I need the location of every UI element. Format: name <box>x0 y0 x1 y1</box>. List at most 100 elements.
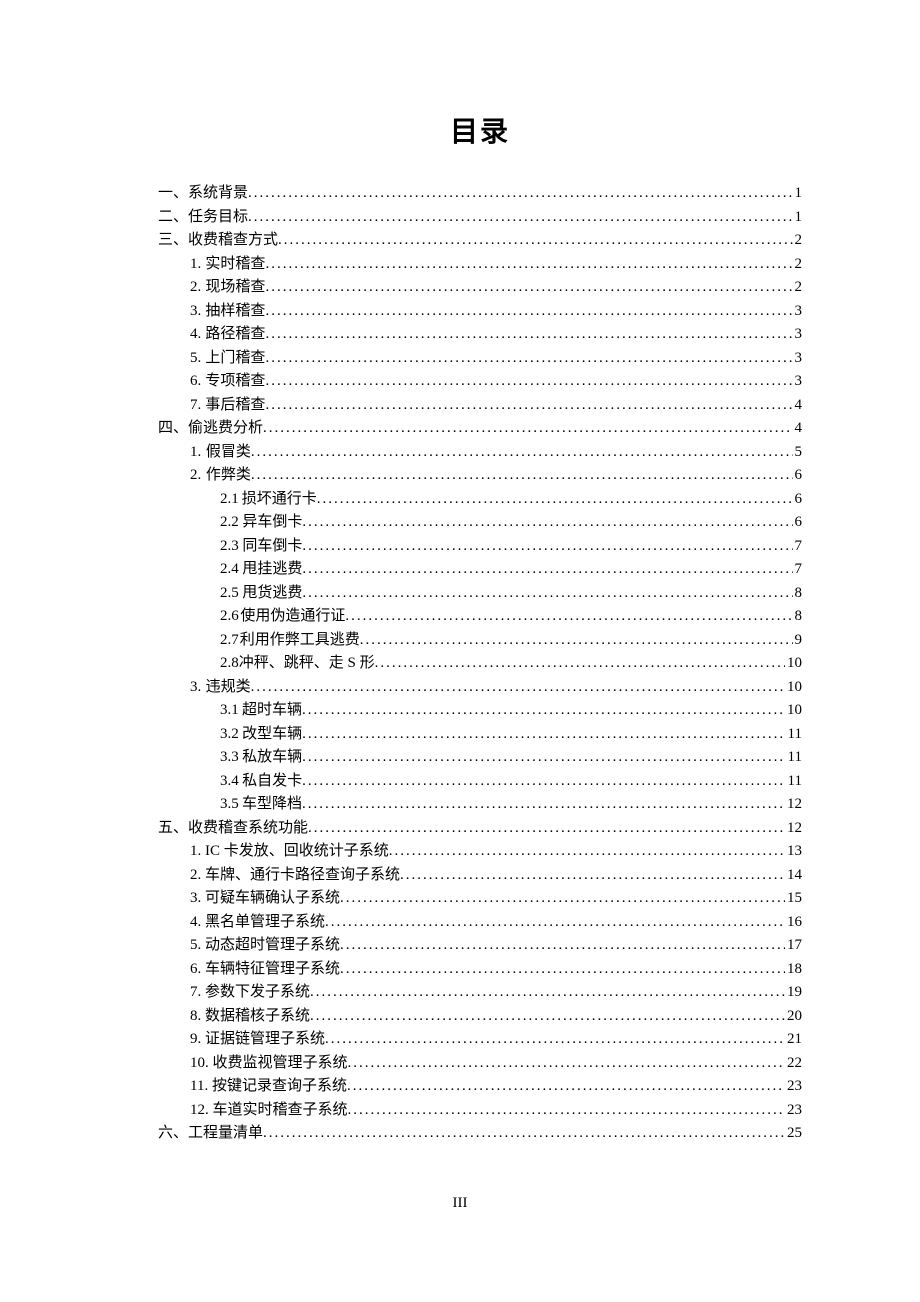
toc-entry-label: 收费稽查方式 <box>188 229 278 253</box>
toc-leader <box>263 417 792 441</box>
toc-entry-label: 车型降档 <box>242 793 302 817</box>
toc-leader <box>375 652 785 676</box>
toc-entry-label: 异车倒卡 <box>242 511 302 535</box>
toc-entry: 1. IC 卡发放、回收统计子系统13 <box>158 840 802 864</box>
toc-leader <box>302 723 785 747</box>
toc-leader <box>360 629 793 653</box>
toc-entry-page: 8 <box>793 582 803 606</box>
toc-entry-page: 6 <box>793 511 803 535</box>
toc-entry: 2.6使用伪造通行证8 <box>158 605 802 629</box>
toc-entry-page: 2 <box>793 276 803 300</box>
toc-entry: 六、工程量清单25 <box>158 1122 802 1146</box>
toc-entry-label: 3. 可疑车辆确认子系统 <box>190 887 340 911</box>
toc-entry-label: 利用作弊工具逃费 <box>240 629 360 653</box>
toc-leader <box>251 464 793 488</box>
toc-entry-label: 使用伪造通行证 <box>240 605 345 629</box>
toc-leader <box>340 887 785 911</box>
toc-entry: 3.3私放车辆11 <box>158 746 802 770</box>
toc-entry-page: 3 <box>793 347 803 371</box>
toc-entry-number: 6. <box>190 370 205 394</box>
toc-entry: 五、收费稽查系统功能12 <box>158 817 802 841</box>
toc-leader <box>265 347 792 371</box>
toc-entry-label: 9. 证据链管理子系统 <box>190 1028 325 1052</box>
toc-entry: 4. 黑名单管理子系统 16 <box>158 911 802 935</box>
toc-entry-page: 3 <box>793 300 803 324</box>
toc-entry: 9. 证据链管理子系统 21 <box>158 1028 802 1052</box>
toc-entry-label: 6. 车辆特征管理子系统 <box>190 958 340 982</box>
toc-leader <box>302 770 785 794</box>
toc-entry: 一、系统背景1 <box>158 182 802 206</box>
toc-entry-page: 6 <box>793 464 803 488</box>
toc-entry-number: 3.2 <box>220 723 242 747</box>
toc-entry: 4.路径稽查3 <box>158 323 802 347</box>
toc-entry-label: 甩货逃费 <box>242 582 302 606</box>
toc-entry-number: 1. <box>190 441 206 465</box>
toc-entry: 3.2改型车辆11 <box>158 723 802 747</box>
toc-entry-page: 17 <box>785 934 802 958</box>
toc-entry-page: 21 <box>785 1028 802 1052</box>
toc-entry-page: 9 <box>793 629 803 653</box>
toc-leader <box>265 370 792 394</box>
toc-entry-number: 二、 <box>158 206 188 230</box>
toc-entry-label: 上门稽查 <box>205 347 265 371</box>
toc-leader <box>265 276 792 300</box>
toc-entry-page: 18 <box>785 958 802 982</box>
toc-entry-number: 五、 <box>158 817 188 841</box>
toc-entry-number: 2.8 <box>220 652 239 676</box>
toc-entry: 11. 按键记录查询子系统23 <box>158 1075 802 1099</box>
toc-entry-label: 甩挂逃费 <box>242 558 302 582</box>
toc-entry: 2.4甩挂逃费7 <box>158 558 802 582</box>
toc-entry-page: 8 <box>793 605 803 629</box>
toc-entry-page: 11 <box>786 746 802 770</box>
toc-entry-number: 2. <box>190 464 206 488</box>
toc-leader <box>302 511 792 535</box>
toc-leader <box>248 206 792 230</box>
toc-leader <box>248 182 792 206</box>
toc-entry: 四、偷逃费分析4 <box>158 417 802 441</box>
toc-leader <box>348 1099 785 1123</box>
toc-leader <box>400 864 785 888</box>
toc-entry-page: 7 <box>793 558 803 582</box>
toc-entry: 1.实时稽查2 <box>158 253 802 277</box>
toc-leader <box>345 605 792 629</box>
toc-entry-page: 16 <box>785 911 802 935</box>
toc-entry-label: 4. 黑名单管理子系统 <box>190 911 325 935</box>
toc-entry-label: 现场稽查 <box>205 276 265 300</box>
toc-leader <box>302 746 785 770</box>
toc-title: 目录 <box>158 110 802 150</box>
toc-leader <box>325 1028 785 1052</box>
toc-leader <box>265 323 792 347</box>
toc-entry: 6. 车辆特征管理子系统 18 <box>158 958 802 982</box>
toc-leader <box>308 817 785 841</box>
toc-entry-page: 10 <box>785 652 802 676</box>
toc-entry-page: 3 <box>793 323 803 347</box>
toc-entry-label: 私自发卡 <box>242 770 302 794</box>
toc-entry-label: 10. 收费监视管理子系统 <box>190 1052 348 1076</box>
toc-entry: 10. 收费监视管理子系统22 <box>158 1052 802 1076</box>
toc-entry-page: 12 <box>785 817 802 841</box>
toc-entry-label: 12. 车道实时稽查子系统 <box>190 1099 348 1123</box>
toc-entry-number: 1. <box>190 253 205 277</box>
toc-entry-label: 2. 车牌、通行卡路径查询子系统 <box>190 864 400 888</box>
toc-leader <box>325 911 785 935</box>
toc-entry-label: 7. 参数下发子系统 <box>190 981 310 1005</box>
toc-entry-page: 10 <box>785 699 802 723</box>
toc-leader <box>302 582 792 606</box>
toc-entry-page: 3 <box>793 370 803 394</box>
page-number-footer: III <box>0 1195 920 1212</box>
toc-leader <box>302 535 792 559</box>
toc-leader <box>340 958 785 982</box>
toc-entry-page: 4 <box>793 394 803 418</box>
toc-entry-number: 7. <box>190 394 205 418</box>
toc-entry-page: 7 <box>793 535 803 559</box>
toc-entry: 2.现场稽查2 <box>158 276 802 300</box>
toc-entry-page: 12 <box>785 793 802 817</box>
toc-entry-label: 11. 按键记录查询子系统 <box>190 1075 347 1099</box>
toc-entry-label: 同车倒卡 <box>242 535 302 559</box>
toc-entry-number: 3.5 <box>220 793 242 817</box>
toc-entry-page: 6 <box>793 488 803 512</box>
toc-entry: 2.2异车倒卡6 <box>158 511 802 535</box>
toc-entry-page: 2 <box>793 229 803 253</box>
toc-entry-page: 20 <box>785 1005 802 1029</box>
toc-leader <box>347 1075 785 1099</box>
